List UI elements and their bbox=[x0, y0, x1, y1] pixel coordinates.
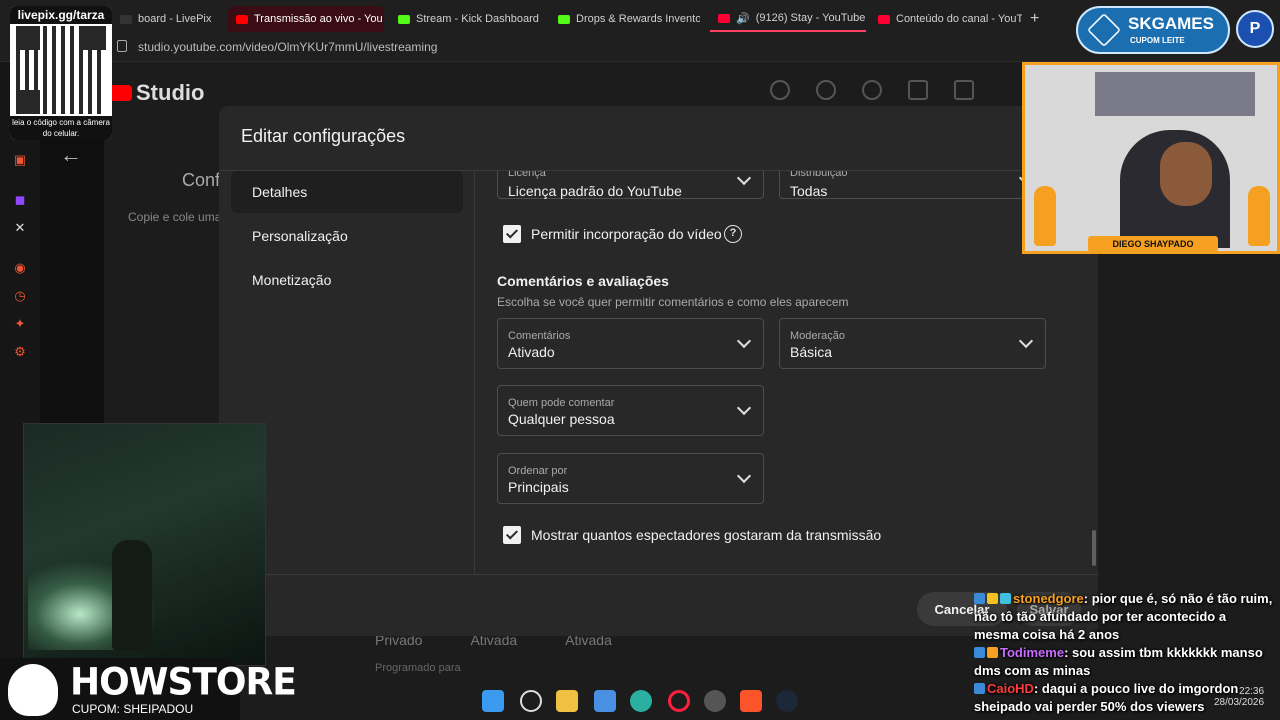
windows-start-icon[interactable] bbox=[482, 690, 504, 712]
tab-youtube-channel[interactable]: Conteúdo do canal - YouTu bbox=[870, 6, 1022, 32]
distribution-select[interactable]: Distribuição Todas bbox=[779, 171, 1046, 199]
chevron-down-icon bbox=[736, 400, 752, 416]
youtube-icon bbox=[878, 14, 890, 24]
section-title: Comentários e avaliações bbox=[497, 273, 669, 289]
kick-badge-icon bbox=[974, 647, 985, 658]
clapper-icon[interactable] bbox=[908, 80, 928, 100]
scrollbar[interactable] bbox=[1092, 530, 1096, 566]
license-select[interactable]: Licença Licença padrão do YouTube bbox=[497, 171, 764, 199]
chat-message: stonedgore: pior que é, só não é tão rui… bbox=[974, 591, 1273, 642]
dialog-title: Editar configurações bbox=[241, 126, 406, 146]
tab-kick-drops[interactable]: Drops & Rewards Inventor bbox=[550, 6, 700, 32]
sponsor-coupon: CUPOM LEITE bbox=[1130, 36, 1185, 45]
chevron-down-icon bbox=[736, 333, 752, 349]
tab-youtube-stay[interactable]: 🔊 (9126) Stay - YouTube bbox=[710, 6, 866, 32]
orange-figure-icon bbox=[1034, 186, 1056, 246]
livepix-icon bbox=[120, 14, 132, 24]
qr-code-icon bbox=[16, 26, 106, 114]
sort-by-select[interactable]: Ordenar por Principais bbox=[497, 453, 764, 504]
webcam-shelf bbox=[1095, 72, 1255, 116]
chevron-down-icon bbox=[1018, 333, 1034, 349]
nav-monetization[interactable]: Monetização bbox=[231, 259, 463, 301]
mascot-icon bbox=[8, 664, 58, 716]
chat-overlay: stonedgore: pior que é, só não é tão rui… bbox=[968, 588, 1280, 720]
url-text[interactable]: studio.youtube.com/video/OlmYKUr7mmU/liv… bbox=[138, 40, 437, 54]
badge-icon bbox=[987, 647, 998, 658]
obs-icon[interactable] bbox=[704, 690, 726, 712]
studio-logo[interactable]: Studio bbox=[110, 80, 204, 106]
allow-embed-checkbox[interactable] bbox=[503, 225, 521, 243]
search-icon[interactable] bbox=[520, 690, 542, 712]
opera-icon[interactable] bbox=[668, 690, 690, 712]
chat-message: Todimeme: sou assim tbm kkkkkkk manso dm… bbox=[974, 645, 1263, 678]
edit-settings-dialog: Editar configurações Detalhes Personaliz… bbox=[219, 106, 1098, 636]
sponsor-name: SKGAMES bbox=[1128, 14, 1214, 33]
youtube-icon bbox=[236, 14, 248, 24]
kick-badge-icon bbox=[974, 683, 985, 694]
youtube-icon bbox=[718, 13, 730, 23]
studio-toolbar bbox=[770, 80, 974, 100]
puzzle-icon[interactable]: ✦ bbox=[12, 316, 28, 332]
dialog-body: Licença Licença padrão do YouTube Distri… bbox=[475, 171, 1098, 574]
edge-icon[interactable] bbox=[630, 690, 652, 712]
allow-embed-label: Permitir incorporação do vídeo bbox=[531, 226, 722, 242]
lock-icon bbox=[117, 40, 127, 52]
store-icon[interactable] bbox=[594, 690, 616, 712]
show-likes-label: Mostrar quantos espectadores gostaram da… bbox=[531, 527, 882, 543]
howstore-coupon: CUPOM: SHEIPADOU bbox=[72, 702, 194, 716]
orange-figure-icon bbox=[1248, 186, 1270, 246]
qr-url: livepix.gg/tarza bbox=[10, 6, 112, 24]
m-icon[interactable]: ▣ bbox=[12, 152, 28, 168]
twitch-icon[interactable]: ◼ bbox=[12, 192, 28, 208]
webcam-nameplate: DIEGO SHAYPADO bbox=[1088, 236, 1218, 252]
who-can-comment-select[interactable]: Quem pode comentar Qualquer pessoa bbox=[497, 385, 764, 436]
youtube-icon bbox=[110, 85, 132, 101]
back-arrow-icon[interactable]: ← bbox=[60, 142, 82, 168]
brave-icon[interactable] bbox=[740, 690, 762, 712]
divider bbox=[219, 574, 1098, 575]
bookmark-icon[interactable] bbox=[954, 80, 974, 100]
nav-customization[interactable]: Personalização bbox=[231, 215, 463, 257]
comments-select[interactable]: Comentários Ativado bbox=[497, 318, 764, 369]
nav-details[interactable]: Detalhes bbox=[231, 171, 463, 213]
moderation-select[interactable]: Moderação Básica bbox=[779, 318, 1046, 369]
speaker-icon: 🔊 bbox=[736, 12, 750, 25]
kick-icon bbox=[398, 14, 410, 24]
play-icon[interactable]: ◉ bbox=[12, 260, 28, 276]
badge-icon bbox=[1000, 593, 1011, 604]
x-icon[interactable]: ✕ bbox=[12, 220, 28, 236]
tab-kick-dashboard[interactable]: Stream - Kick Dashboard bbox=[390, 6, 546, 32]
folder-icon[interactable] bbox=[556, 690, 578, 712]
new-tab-button[interactable]: + bbox=[1030, 10, 1039, 28]
playstation-icon: P bbox=[1236, 10, 1274, 48]
tab-livepix[interactable]: board - LivePix bbox=[112, 6, 224, 32]
crown-icon bbox=[987, 593, 998, 604]
background-copy-text: Copie e cole uma bbox=[128, 210, 222, 224]
gear-icon[interactable]: ⚙ bbox=[12, 344, 28, 360]
background-row-sub: Programado para bbox=[375, 662, 461, 674]
qr-caption: leia o código com a câmera do celular. bbox=[10, 116, 112, 140]
kick-badge-icon bbox=[974, 593, 985, 604]
timer-icon[interactable] bbox=[862, 80, 882, 100]
steam-icon[interactable] bbox=[776, 690, 798, 712]
video-figure bbox=[112, 540, 152, 650]
chat-message: CaioHD: daqui a pouco live do imgordon s… bbox=[974, 681, 1239, 714]
dollar-add-icon[interactable] bbox=[770, 80, 790, 100]
chevron-down-icon bbox=[736, 171, 752, 186]
chevron-down-icon bbox=[736, 468, 752, 484]
help-icon[interactable]: ? bbox=[724, 225, 742, 243]
tab-youtube-live[interactable]: Transmissão ao vivo - You bbox=[228, 6, 384, 32]
howstore-name: HOWSTORE bbox=[70, 660, 297, 705]
kick-icon bbox=[558, 14, 570, 24]
section-subtitle: Escolha se você quer permitir comentário… bbox=[497, 295, 849, 309]
dollar-icon[interactable] bbox=[816, 80, 836, 100]
clock-icon[interactable]: ◷ bbox=[12, 288, 28, 304]
webcam-face bbox=[1160, 142, 1212, 206]
background-title: Conf bbox=[182, 170, 221, 190]
show-likes-checkbox[interactable] bbox=[503, 526, 521, 544]
